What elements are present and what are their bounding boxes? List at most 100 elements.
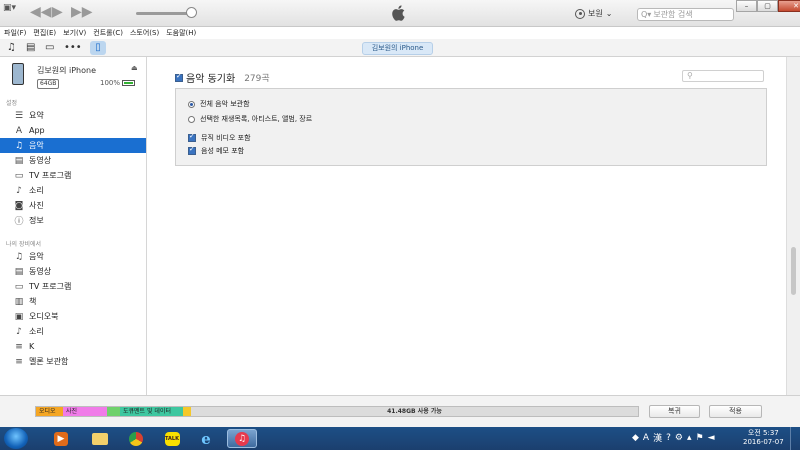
battery-status: 100% <box>100 79 136 87</box>
sidebar-item-apps[interactable]: A App <box>0 123 146 138</box>
device-item-tv[interactable]: ▭ TV 프로그램 <box>0 279 146 294</box>
volume-icon[interactable]: ◄ <box>708 433 715 443</box>
menu-bar: 파일(F) 편집(E) 보기(V) 컨트롤(C) 스토어(S) 도움말(H) <box>0 27 800 39</box>
capacity-segment-apps <box>107 407 120 416</box>
window-menu-icon[interactable]: ▣▾ <box>3 3 16 13</box>
device-item-tones[interactable]: ♪ 소리 <box>0 324 146 339</box>
device-item-audiobooks[interactable]: ▣ 오디오북 <box>0 309 146 324</box>
apply-button[interactable]: 적용 <box>709 405 762 418</box>
taskbar-clock[interactable]: 오전 5:37 2016-07-07 <box>743 429 784 447</box>
tv-icon: ▭ <box>14 281 24 292</box>
capacity-free-space: 41.48GB 사용 가능 <box>191 407 638 416</box>
maximize-button[interactable]: ▢ <box>757 0 778 12</box>
hanja-icon[interactable]: 漢 <box>653 431 662 444</box>
sync-music-checkbox[interactable]: 음악 동기화 279곡 <box>175 70 270 85</box>
library-search-input[interactable]: Q▾ 보관함 검색 <box>637 8 734 21</box>
device-item-books[interactable]: ▥ 책 <box>0 294 146 309</box>
playlist-icon: ≡ <box>15 356 23 367</box>
info-icon: ⓘ <box>14 217 24 227</box>
list-icon: ☰ <box>14 110 24 121</box>
show-hidden-icons-icon[interactable]: ▴ <box>687 433 692 443</box>
device-name-pill[interactable]: 김보원의 iPhone <box>362 42 433 55</box>
sync-options-box: 전체 음악 보관함 선택한 재생목록, 아티스트, 앨범, 장르 뮤직 비디오 … <box>175 88 767 166</box>
sidebar-item-movies[interactable]: ▤ 동영상 <box>0 153 146 168</box>
radio-entire-library[interactable]: 전체 음악 보관함 <box>188 99 250 109</box>
settings-icon[interactable]: ⚙ <box>675 433 683 443</box>
internet-explorer-taskbar-icon[interactable]: e <box>191 429 221 448</box>
bell-icon: ♪ <box>16 185 22 196</box>
radio-selected-items[interactable]: 선택한 재생목록, 아티스트, 앨범, 장르 <box>188 114 312 124</box>
checkbox-checked-icon <box>188 132 196 142</box>
user-icon <box>575 8 585 19</box>
clock-time: 오전 5:37 <box>747 429 779 437</box>
sidebar-item-tones[interactable]: ♪ 소리 <box>0 183 146 198</box>
menu-view[interactable]: 보기(V) <box>63 27 86 39</box>
playlist-icon: ≡ <box>15 341 23 352</box>
window-controls: – ▢ ✕ <box>736 0 800 12</box>
tv-icon[interactable]: ▭ <box>45 41 54 55</box>
vertical-scrollbar[interactable] <box>786 57 800 395</box>
capacity-segment-documents: 도큐멘트 및 데이터 <box>120 407 183 416</box>
device-item-playlist-melon[interactable]: ≡ 멜론 보관함 <box>0 354 146 369</box>
song-count: 279곡 <box>244 74 270 84</box>
music-search-input[interactable]: ⚲ <box>682 70 764 82</box>
search-icon: Q▾ <box>641 10 652 19</box>
device-item-playlist-k[interactable]: ≡ K <box>0 339 146 354</box>
close-button[interactable]: ✕ <box>778 0 800 12</box>
include-music-videos-checkbox[interactable]: 뮤직 비디오 포함 <box>188 132 251 143</box>
device-item-movies[interactable]: ▤ 동영상 <box>0 264 146 279</box>
device-header[interactable]: 김보원의 iPhone ⏏ 64GB 100% <box>0 57 146 93</box>
account-button[interactable]: 보원 ⌄ <box>575 8 612 19</box>
scrollbar-thumb[interactable] <box>791 247 796 295</box>
volume-slider[interactable] <box>136 12 190 15</box>
sidebar-item-summary[interactable]: ☰ 요약 <box>0 108 146 123</box>
music-note-icon: ♫ <box>14 251 24 262</box>
settings-section-label: 설정 <box>6 100 18 107</box>
windows-start-button[interactable] <box>4 428 28 449</box>
menu-store[interactable]: 스토어(S) <box>130 27 159 39</box>
capacity-area: 오디오 사진 도큐멘트 및 데이터 41.48GB 사용 가능 복귀 적용 <box>0 395 800 427</box>
itunes-taskbar-icon[interactable]: ♫ <box>227 429 257 448</box>
menu-edit[interactable]: 편집(E) <box>33 27 56 39</box>
iphone-device-icon[interactable]: ▯ <box>90 41 106 55</box>
camera-icon: ◙ <box>14 200 24 211</box>
capacity-segment-other <box>183 407 191 416</box>
iphone-icon <box>12 63 24 85</box>
capacity-bar: 오디오 사진 도큐멘트 및 데이터 41.48GB 사용 가능 <box>35 406 639 417</box>
show-desktop-button[interactable] <box>790 427 800 450</box>
media-player-taskbar-icon[interactable]: ▶ <box>46 429 76 448</box>
sidebar-item-photos[interactable]: ◙ 사진 <box>0 198 146 213</box>
device-name: 김보원의 iPhone <box>37 66 96 75</box>
sidebar-item-tv[interactable]: ▭ TV 프로그램 <box>0 168 146 183</box>
eject-icon[interactable]: ⏏ <box>131 64 138 72</box>
film-icon[interactable]: ▤ <box>26 41 35 55</box>
menu-controls[interactable]: 컨트롤(C) <box>93 27 123 39</box>
sidebar-item-music[interactable]: ♫ 음악 <box>0 138 146 153</box>
music-note-icon[interactable]: ♫ <box>7 41 16 55</box>
kakaotalk-taskbar-icon[interactable]: TALK <box>157 429 187 448</box>
file-explorer-taskbar-icon[interactable] <box>85 429 115 448</box>
film-icon: ▤ <box>14 266 24 277</box>
revert-button[interactable]: 복귀 <box>649 405 700 418</box>
clock-date: 2016-07-07 <box>743 438 784 446</box>
play-icon[interactable]: ▶ <box>52 5 63 19</box>
previous-track-icon[interactable]: ◀◀ <box>30 5 52 19</box>
menu-help[interactable]: 도움말(H) <box>166 27 196 39</box>
help-icon[interactable]: ? <box>666 433 671 443</box>
flag-icon[interactable]: ⚑ <box>696 433 704 443</box>
network-icon[interactable]: ◆ <box>632 433 639 443</box>
film-icon: ▤ <box>14 155 24 166</box>
ime-language-icon[interactable]: A <box>643 433 649 443</box>
device-item-music[interactable]: ♫ 음악 <box>0 249 146 264</box>
more-icon[interactable]: ••• <box>64 41 82 55</box>
menu-file[interactable]: 파일(F) <box>4 27 26 39</box>
sidebar-item-info[interactable]: ⓘ 정보 <box>0 213 146 228</box>
radio-unselected-icon <box>188 115 195 123</box>
next-track-icon[interactable]: ▶▶ <box>71 5 93 19</box>
include-voice-memos-checkbox[interactable]: 음성 메모 포함 <box>188 145 244 156</box>
chrome-taskbar-icon[interactable] <box>121 429 151 448</box>
minimize-button[interactable]: – <box>736 0 757 12</box>
checkbox-checked-icon <box>175 72 183 82</box>
book-icon: ▥ <box>14 296 24 307</box>
volume-knob[interactable] <box>186 7 197 18</box>
